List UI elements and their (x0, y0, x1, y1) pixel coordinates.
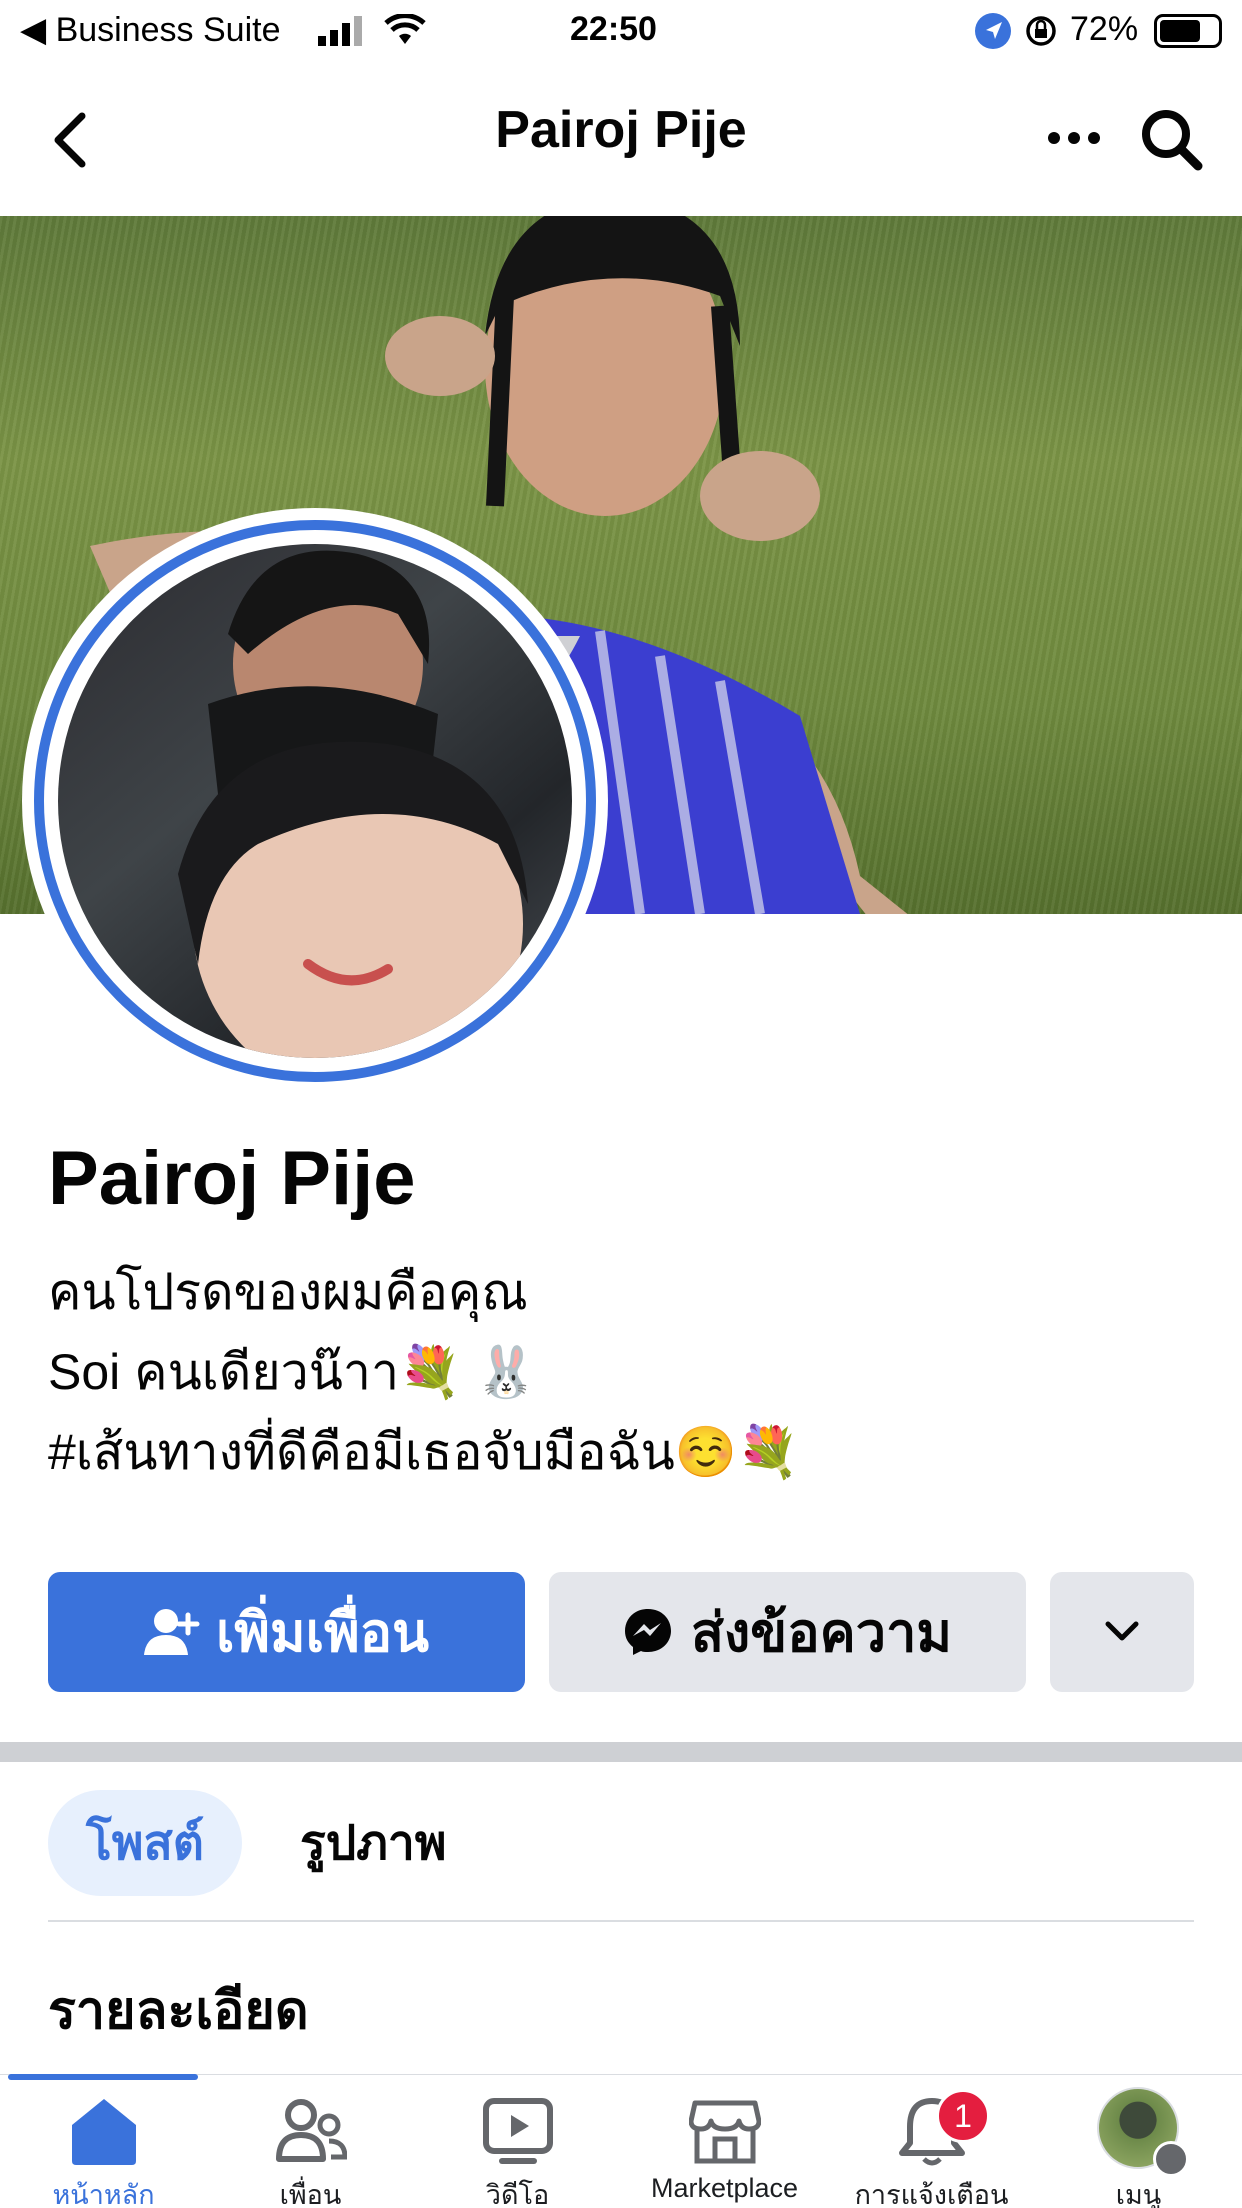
battery-icon (1154, 14, 1222, 48)
location-icon (975, 13, 1011, 49)
section-divider (0, 1742, 1242, 1762)
profile-picture[interactable] (58, 544, 572, 1058)
bio-line-2: Soi คนเดียวน๊าา💐 🐰 (48, 1344, 538, 1400)
details-heading: รายละเอียด (48, 1982, 309, 2040)
wifi-icon (384, 14, 426, 44)
tab-menu-label: เมนู (1115, 2180, 1162, 2208)
home-icon (72, 2099, 136, 2165)
add-friend-label: เพิ่มเพื่อน (215, 1603, 430, 1663)
bio-line-3: #เส้นทางที่ดีคือมีเธอจับมือฉัน☺️💐 (48, 1424, 800, 1480)
battery-percent: 72% (1070, 10, 1139, 48)
tab-friends-label: เพื่อน (279, 2180, 342, 2208)
signal-icon (318, 16, 362, 46)
chevron-down-icon (1105, 1621, 1139, 1641)
tab-home[interactable]: หน้าหลัก (0, 2075, 207, 2208)
clock: 22:50 (570, 10, 657, 48)
rotation-lock-icon (1026, 16, 1056, 46)
tab-posts[interactable]: โพสต์ (48, 1790, 242, 1896)
friends-icon (276, 2099, 347, 2162)
tab-photos[interactable]: รูปภาพ (300, 1790, 446, 1896)
bio-line-1: คนโปรดของผมคือคุณ (48, 1264, 528, 1320)
back-to-app-label[interactable]: ◀ Business Suite (20, 10, 281, 50)
message-button[interactable]: ส่งข้อความ (549, 1572, 1026, 1692)
profile-name: Pairoj Pije (48, 1136, 416, 1221)
tab-video-label: วิดีโอ (485, 2180, 550, 2208)
search-icon[interactable] (1138, 106, 1204, 172)
tab-home-label: หน้าหลัก (52, 2180, 155, 2208)
active-tab-indicator (8, 2074, 198, 2080)
more-options-icon[interactable] (1046, 128, 1102, 148)
notification-badge: 1 (936, 2089, 990, 2143)
tab-video[interactable]: วิดีโอ (414, 2075, 621, 2208)
tab-marketplace[interactable]: Marketplace (621, 2075, 828, 2208)
tab-notifications-label: การแจ้งเตือน (854, 2180, 1009, 2208)
marketplace-icon (689, 2100, 761, 2164)
bottom-tab-bar: หน้าหลัก เพื่อน วิดีโอ Marketplace 1 การ… (0, 2074, 1242, 2208)
status-bar: ◀ Business Suite 22:50 72% (0, 0, 1242, 62)
more-actions-button[interactable] (1050, 1572, 1194, 1692)
tab-notifications[interactable]: 1 การแจ้งเตือน (828, 2075, 1035, 2208)
tab-friends[interactable]: เพื่อน (207, 2075, 414, 2208)
add-friend-button[interactable]: เพิ่มเพื่อน (48, 1572, 525, 1692)
tab-divider (48, 1920, 1194, 1922)
tab-menu[interactable]: เมนู (1035, 2075, 1242, 2208)
add-friend-icon (143, 1609, 200, 1655)
video-icon (483, 2098, 553, 2164)
message-label: ส่งข้อความ (690, 1603, 953, 1663)
tab-marketplace-label: Marketplace (650, 2173, 799, 2203)
messenger-icon (624, 1609, 671, 1655)
menu-lines-icon (1153, 2141, 1240, 2178)
